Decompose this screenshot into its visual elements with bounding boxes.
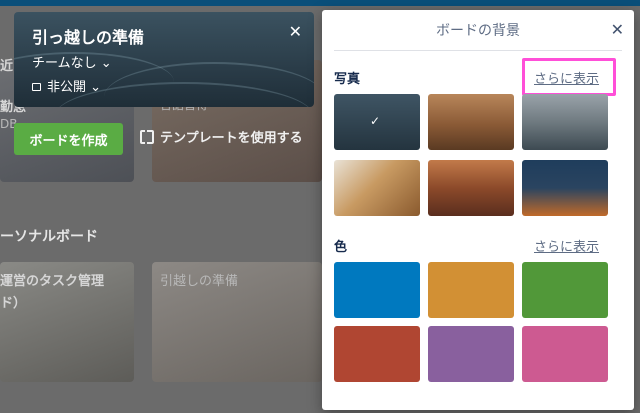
close-icon[interactable]: ✕ [611,20,624,39]
divider [334,50,622,51]
visibility-select[interactable]: 非公開 ⌄ [32,76,101,95]
photo-lake-night[interactable] [522,160,608,216]
photo-desert-canyon[interactable] [428,94,514,150]
board-label: 引越しの準備 [160,274,239,289]
color-blue[interactable] [334,262,420,318]
team-select[interactable]: チームなし ⌄ [32,52,112,71]
selected-check-icon: ✓ [370,114,381,128]
color-green[interactable] [522,262,608,318]
highlight-annotation [522,58,616,96]
board-label: 近 [0,59,14,74]
create-board-button[interactable]: ボードを作成 [14,123,123,155]
template-link-label: テンプレートを使用する [160,131,303,146]
personal-boards-heading: ーソナルボード [0,229,98,245]
colors-show-more-link[interactable]: さらに表示 [534,236,599,255]
color-red[interactable] [334,326,420,382]
board-label: 運営のタスク管理 [0,274,105,289]
use-template-link[interactable]: テンプレートを使用する [140,127,303,146]
popover-title: ボードの背景 [436,23,520,39]
template-icon [140,129,154,144]
board-label: ド） [0,296,27,311]
board-background-popover: ボードの背景 ✕ 写真 さらに表示 ✓ 色 さらに表示 [322,10,634,410]
photo-autumn-forest[interactable] [428,160,514,216]
photo-alpine-village[interactable] [522,94,608,150]
color-pink[interactable] [522,326,608,382]
board-title[interactable]: 引っ越しの準備 [32,24,144,48]
top-bar [0,0,640,6]
close-icon[interactable]: ✕ [289,22,302,41]
color-purple[interactable] [428,326,514,382]
lock-icon [32,83,41,91]
color-orange[interactable] [428,262,514,318]
colors-heading: 色 [334,240,348,255]
photos-heading: 写真 [334,72,361,87]
visibility-label: 非公開 ⌄ [47,80,102,95]
new-board-preview: 引っ越しの準備 ✕ チームなし ⌄ 非公開 ⌄ [14,12,314,107]
photo-dark-sea[interactable]: ✓ [334,94,420,150]
photo-wood-lattice[interactable] [334,160,420,216]
